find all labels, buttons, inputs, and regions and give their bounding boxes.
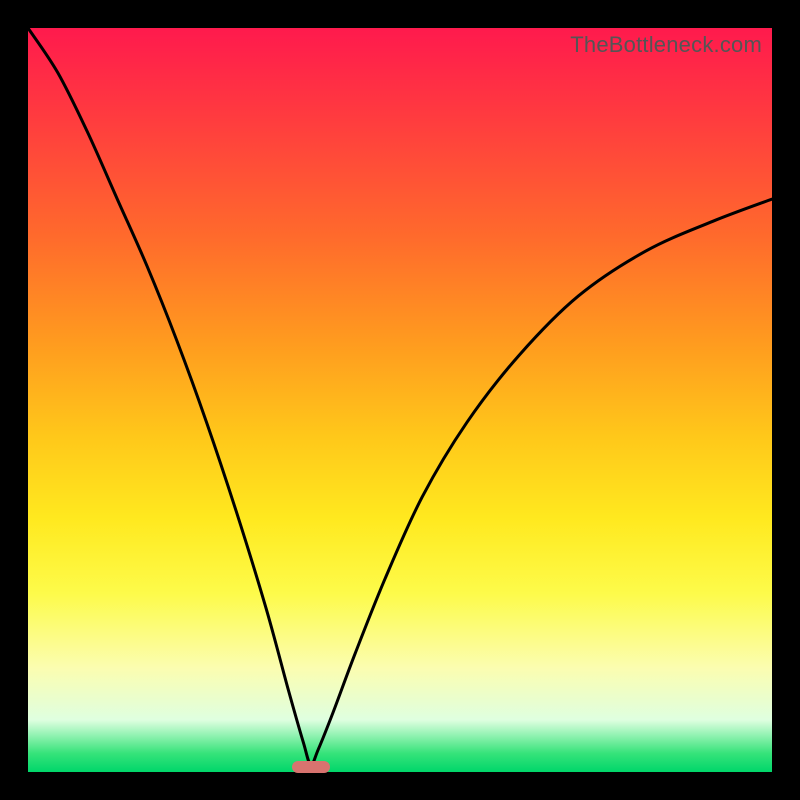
plot-area: TheBottleneck.com — [28, 28, 772, 772]
chart-frame: TheBottleneck.com — [0, 0, 800, 800]
bottleneck-curve — [28, 28, 772, 772]
optimal-marker — [292, 761, 330, 773]
curve-path — [28, 28, 772, 765]
